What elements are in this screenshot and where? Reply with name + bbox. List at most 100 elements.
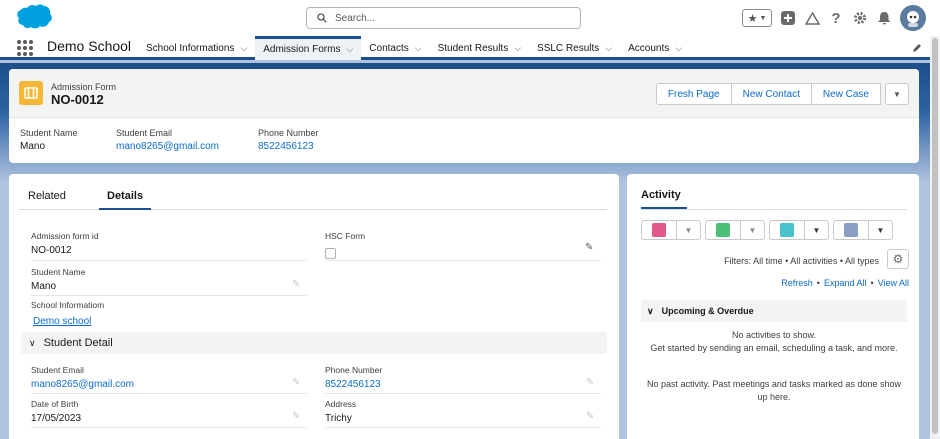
field-label-phone-number: Phone Number xyxy=(325,365,383,375)
chevron-down-icon[interactable]: ⌵ xyxy=(346,44,353,55)
scrollbar-thumb[interactable] xyxy=(932,38,938,434)
nav-tab-admission-forms[interactable]: Admission Forms ⌵ xyxy=(255,36,362,60)
more-actions-chevron-down-icon[interactable]: ▼ xyxy=(885,83,909,105)
highlight-label-student-email: Student Email xyxy=(116,128,173,138)
chevron-down-icon[interactable]: ⌵ xyxy=(675,43,682,54)
separator: • xyxy=(816,278,820,288)
hsc-form-checkbox xyxy=(325,248,336,259)
nav-tab-label: Admission Forms xyxy=(263,44,341,55)
chevron-down-icon: ∨ xyxy=(29,337,36,348)
field-value-date-of-birth: 17/05/2023 xyxy=(31,413,82,424)
notifications-bell-icon[interactable] xyxy=(876,10,892,26)
activity-title[interactable]: Activity xyxy=(641,189,687,209)
admission-form-object-icon xyxy=(19,81,43,105)
new-contact-button[interactable]: New Contact xyxy=(731,83,812,105)
salesforce-logo-icon[interactable] xyxy=(10,4,52,35)
field-label-school-information: School Informatiom xyxy=(31,300,105,310)
phone-icon xyxy=(780,223,794,237)
search-icon xyxy=(317,13,327,23)
user-avatar[interactable] xyxy=(900,5,926,31)
edit-pencil-icon[interactable]: ✎ xyxy=(586,411,594,422)
chevron-down-icon[interactable]: ▼ xyxy=(869,220,893,240)
divider xyxy=(325,427,601,428)
highlight-value-phone-number[interactable]: 8522456123 xyxy=(258,141,314,152)
chevron-down-icon[interactable]: ⌵ xyxy=(605,43,612,54)
activity-links: Refresh • Expand All • View All xyxy=(781,278,909,288)
field-label-admission-form-id: Admission form id xyxy=(31,231,99,241)
gear-icon[interactable] xyxy=(852,10,868,26)
field-label-date-of-birth: Date of Birth xyxy=(31,399,79,409)
nav-tab-label: Contacts xyxy=(369,42,409,54)
chevron-down-icon[interactable]: ⌵ xyxy=(240,43,247,54)
chevron-down-icon[interactable]: ⌵ xyxy=(514,43,521,54)
app-launcher-icon[interactable] xyxy=(17,40,33,56)
field-label-hsc-form: HSC Form xyxy=(325,231,366,241)
edit-pencil-icon[interactable]: ✎ xyxy=(292,411,300,422)
fresh-page-button[interactable]: Fresh Page xyxy=(655,83,732,105)
highlight-label-phone-number: Phone Number xyxy=(258,128,319,138)
record-header-top: Admission Form NO-0012 Fresh Page New Co… xyxy=(9,69,919,118)
search-input[interactable]: Search... xyxy=(306,7,581,29)
tab-related[interactable]: Related xyxy=(28,190,66,202)
highlight-label-student-name: Student Name xyxy=(20,128,78,138)
edit-pencil-icon[interactable]: ✎ xyxy=(292,279,300,290)
page-scrollbar[interactable] xyxy=(930,36,940,439)
nav-tab-label: SSLC Results xyxy=(537,42,600,54)
new-event-button[interactable]: ▼ xyxy=(641,220,701,240)
edit-nav-pencil-icon[interactable] xyxy=(912,42,922,56)
global-header: Search... ★ ▼ ? xyxy=(0,0,940,36)
edit-pencil-icon[interactable]: ✎ xyxy=(585,242,593,253)
trailhead-icon[interactable] xyxy=(804,10,820,26)
highlight-value-student-name: Mano xyxy=(20,141,46,152)
log-call-button[interactable]: ▼ xyxy=(769,220,829,240)
nav-tab-school-informations[interactable]: School Informations ⌵ xyxy=(138,36,255,60)
section-title: Student Detail xyxy=(43,337,113,349)
activity-panel: Activity ▼ ▼ ▼ ▼ Filters: All time • All… xyxy=(627,174,919,439)
nav-tabs: School Informations ⌵ Admission Forms ⌵ Co… xyxy=(138,36,690,60)
refresh-link[interactable]: Refresh xyxy=(781,278,813,288)
chevron-down-icon[interactable]: ▼ xyxy=(805,220,829,240)
view-all-link[interactable]: View All xyxy=(878,278,909,288)
section-header-student-detail[interactable]: ∨ Student Detail xyxy=(21,332,607,354)
new-task-button[interactable]: ▼ xyxy=(705,220,765,240)
no-past-activity-text: No past activity. Past meetings and task… xyxy=(647,379,901,402)
star-icon: ★ xyxy=(747,12,758,25)
upcoming-overdue-title: Upcoming & Overdue xyxy=(661,306,754,316)
nav-tab-label: Accounts xyxy=(628,42,670,54)
field-value-phone-number[interactable]: 8522456123 xyxy=(325,379,381,390)
tab-details[interactable]: Details xyxy=(99,190,152,210)
record-detail-panel: Related Details Admission form id NO-001… xyxy=(9,174,619,439)
activity-settings-gear-icon[interactable]: ⚙ xyxy=(887,249,909,269)
chevron-down-icon[interactable]: ⌵ xyxy=(415,43,422,54)
separator: • xyxy=(870,278,874,288)
nav-tab-label: Student Results xyxy=(437,42,509,54)
field-label-student-name: Student Name xyxy=(31,267,86,277)
nav-tab-student-results[interactable]: Student Results ⌵ xyxy=(430,36,529,60)
divider xyxy=(31,427,307,428)
nav-tab-contacts[interactable]: Contacts ⌵ xyxy=(361,36,429,60)
divider xyxy=(31,260,307,261)
field-value-student-email[interactable]: mano8265@gmail.com xyxy=(31,379,134,390)
upcoming-overdue-section[interactable]: ∨ Upcoming & Overdue xyxy=(641,300,907,322)
nav-tab-accounts[interactable]: Accounts ⌵ xyxy=(620,36,690,60)
chevron-down-icon[interactable]: ▼ xyxy=(677,220,701,240)
expand-all-link[interactable]: Expand All xyxy=(824,278,867,288)
nav-tab-sslc-results[interactable]: SSLC Results ⌵ xyxy=(529,36,620,60)
help-icon[interactable]: ? xyxy=(828,10,844,27)
field-label-student-email: Student Email xyxy=(31,365,84,375)
email-button[interactable]: ▼ xyxy=(833,220,893,240)
edit-pencil-icon[interactable]: ✎ xyxy=(586,377,594,388)
chevron-down-icon[interactable]: ▼ xyxy=(741,220,765,240)
no-activities-text: No activities to show. xyxy=(731,330,817,340)
field-value-school-information-link[interactable]: Demo school xyxy=(33,316,91,327)
global-create-icon[interactable] xyxy=(780,10,796,26)
favorites-button[interactable]: ★ ▼ xyxy=(742,9,772,27)
divider xyxy=(641,209,907,210)
new-case-button[interactable]: New Case xyxy=(811,83,881,105)
chevron-down-icon: ▼ xyxy=(759,14,767,22)
record-actions: Fresh Page New Contact New Case ▼ xyxy=(655,83,909,105)
field-value-student-name: Mano xyxy=(31,281,57,292)
global-actions: ★ ▼ ? xyxy=(742,5,926,31)
highlight-value-student-email[interactable]: mano8265@gmail.com xyxy=(116,141,219,152)
edit-pencil-icon[interactable]: ✎ xyxy=(292,377,300,388)
